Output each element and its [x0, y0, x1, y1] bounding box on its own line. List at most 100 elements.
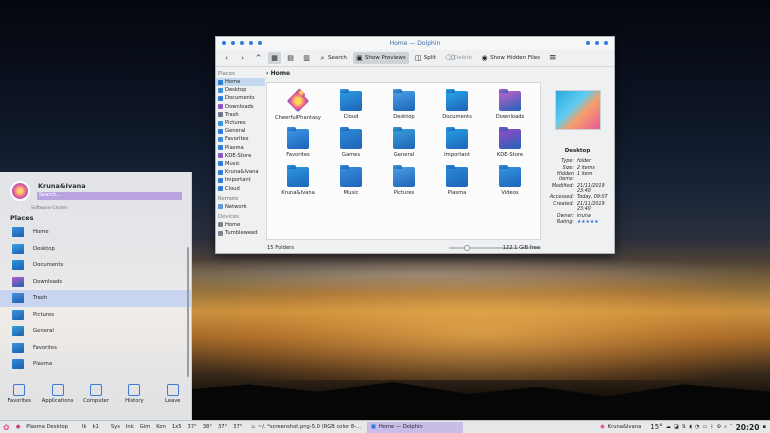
clipboard-icon[interactable]: ◪: [674, 424, 679, 430]
network-icon[interactable]: ⇅: [682, 424, 686, 430]
minimize-button[interactable]: [586, 41, 590, 45]
rating-stars[interactable]: ★★★★★: [577, 220, 614, 225]
file-item[interactable]: CheerfulPhantasy: [273, 89, 323, 121]
file-item[interactable]: Plasma: [432, 165, 482, 196]
window-menu-dots[interactable]: [222, 41, 262, 45]
search-button[interactable]: ⌕ Search: [316, 52, 350, 64]
show-desktop-icon[interactable]: ▪: [762, 424, 766, 430]
place-item[interactable]: Trash: [216, 111, 265, 119]
zoom-handle[interactable]: [464, 245, 470, 251]
history-tab[interactable]: History: [116, 384, 152, 412]
launcher-scrollbar[interactable]: [187, 247, 189, 377]
forward-button[interactable]: ›: [236, 52, 249, 64]
device-item[interactable]: Home: [216, 221, 265, 229]
file-view[interactable]: CheerfulPhantasy Cloud Desktop Documents Dow…: [266, 82, 541, 240]
launcher-item[interactable]: Favorites: [0, 340, 191, 357]
pager-1[interactable]: Ik: [79, 424, 90, 430]
file-item[interactable]: KDE-Store: [485, 127, 535, 158]
file-item[interactable]: Kruna&Ivana: [273, 165, 323, 196]
widget-ink[interactable]: Ink: [123, 424, 137, 430]
file-item[interactable]: Games: [326, 127, 376, 158]
place-item[interactable]: General: [216, 127, 265, 135]
widget-sys[interactable]: Sys: [108, 424, 123, 430]
details-view-button[interactable]: ▥: [300, 52, 313, 64]
place-item[interactable]: Favorites: [216, 135, 265, 143]
launcher-item[interactable]: Plasma: [0, 356, 191, 373]
places-heading: Places: [218, 71, 235, 77]
compact-view-button[interactable]: ▤: [284, 52, 297, 64]
tray-user[interactable]: Kruna&Ivana: [608, 424, 642, 430]
computer-tab[interactable]: Computer: [78, 384, 114, 412]
place-item[interactable]: Cloud: [216, 184, 265, 192]
launcher-item[interactable]: Desktop: [0, 241, 191, 258]
place-item[interactable]: Downloads: [216, 103, 265, 111]
search-input[interactable]: Search...: [37, 192, 182, 200]
widget-gim[interactable]: Gim: [137, 424, 154, 430]
search-tray-icon[interactable]: ⌕: [724, 424, 727, 431]
show-previews-button[interactable]: ▣ Show Previews: [352, 52, 409, 64]
place-item[interactable]: Kruna&Ivana: [216, 168, 265, 176]
icons-view-button[interactable]: ▦: [268, 52, 281, 64]
launcher-item[interactable]: Trash: [0, 290, 191, 307]
battery-icon[interactable]: ▭: [702, 424, 707, 430]
window-titlebar[interactable]: Home — Dolphin: [216, 37, 614, 50]
launcher-item[interactable]: Home: [0, 224, 191, 241]
place-item[interactable]: Music: [216, 160, 265, 168]
file-item[interactable]: Desktop: [379, 89, 429, 120]
launcher-item[interactable]: Downloads: [0, 274, 191, 291]
widget-1x5[interactable]: 1x5: [169, 424, 185, 430]
dolphin-window[interactable]: Home — Dolphin ‹ › ^ ▦ ▤ ▥ ⌕ Search ▣ Show…: [215, 36, 615, 254]
back-button[interactable]: ‹: [220, 52, 233, 64]
place-item[interactable]: Pictures: [216, 119, 265, 127]
file-label: Games: [341, 152, 361, 158]
place-item[interactable]: KDE-Store: [216, 152, 265, 160]
file-item[interactable]: General: [379, 127, 429, 158]
pager-2[interactable]: k1: [90, 424, 102, 430]
leave-tab[interactable]: Leave: [155, 384, 191, 412]
clock[interactable]: 20:20: [736, 423, 760, 432]
settings-icon[interactable]: ⚙: [716, 424, 721, 430]
desktop-label[interactable]: Plasma Desktop: [23, 424, 71, 430]
kickoff-button[interactable]: ✿: [0, 423, 13, 432]
weather-temp[interactable]: 15°: [650, 423, 662, 431]
notifications-icon[interactable]: ◔: [695, 424, 700, 430]
applications-icon: [51, 384, 64, 396]
device-item[interactable]: Tumbleweed: [216, 229, 265, 237]
file-item[interactable]: Music: [326, 165, 376, 196]
file-item[interactable]: Cloud: [326, 89, 376, 120]
launcher-item[interactable]: Pictures: [0, 307, 191, 324]
place-item[interactable]: Documents: [216, 94, 265, 102]
place-item[interactable]: Important: [216, 176, 265, 184]
close-button[interactable]: [604, 41, 608, 45]
pinned-app-icon[interactable]: ●: [13, 424, 24, 430]
delete-button[interactable]: ⌫ Delete: [442, 52, 475, 64]
widget-kon[interactable]: Kon: [153, 424, 169, 430]
expand-tray-icon[interactable]: ˄: [730, 424, 733, 430]
remote-item[interactable]: Network: [216, 203, 265, 211]
show-hidden-button[interactable]: ◉ Show Hidden Files: [478, 52, 543, 64]
launcher-item[interactable]: General: [0, 323, 191, 340]
place-item[interactable]: Desktop: [216, 86, 265, 94]
place-item[interactable]: Plasma: [216, 144, 265, 152]
maximize-button[interactable]: [595, 41, 599, 45]
applications-tab[interactable]: Applications: [40, 384, 76, 412]
bluetooth-icon[interactable]: ᛒ: [710, 424, 713, 430]
launcher-item[interactable]: Documents: [0, 257, 191, 274]
file-item[interactable]: Pictures: [379, 165, 429, 196]
file-item[interactable]: Documents: [432, 89, 482, 120]
avatar[interactable]: [10, 181, 30, 201]
hamburger-menu-button[interactable]: ≡: [546, 52, 559, 64]
task-gimp[interactable]: ▫ ~/. *screenshot.png-5.0 (RGB color 8-..…: [247, 422, 365, 433]
split-button[interactable]: ◫ Split: [412, 52, 439, 64]
favorites-tab[interactable]: Favorites: [1, 384, 37, 412]
volume-icon[interactable]: ◖: [689, 424, 692, 430]
file-item[interactable]: Favorites: [273, 127, 323, 158]
place-item[interactable]: Home: [216, 78, 265, 87]
file-item[interactable]: Videos: [485, 165, 535, 196]
breadcrumb[interactable]: › Home: [266, 70, 290, 77]
file-item[interactable]: Important: [432, 127, 482, 158]
file-item[interactable]: Downloads: [485, 89, 535, 120]
cloud-icon[interactable]: ☁: [666, 424, 671, 430]
up-button[interactable]: ^: [252, 52, 265, 64]
task-dolphin[interactable]: ■ Home — Dolphin: [367, 421, 463, 433]
